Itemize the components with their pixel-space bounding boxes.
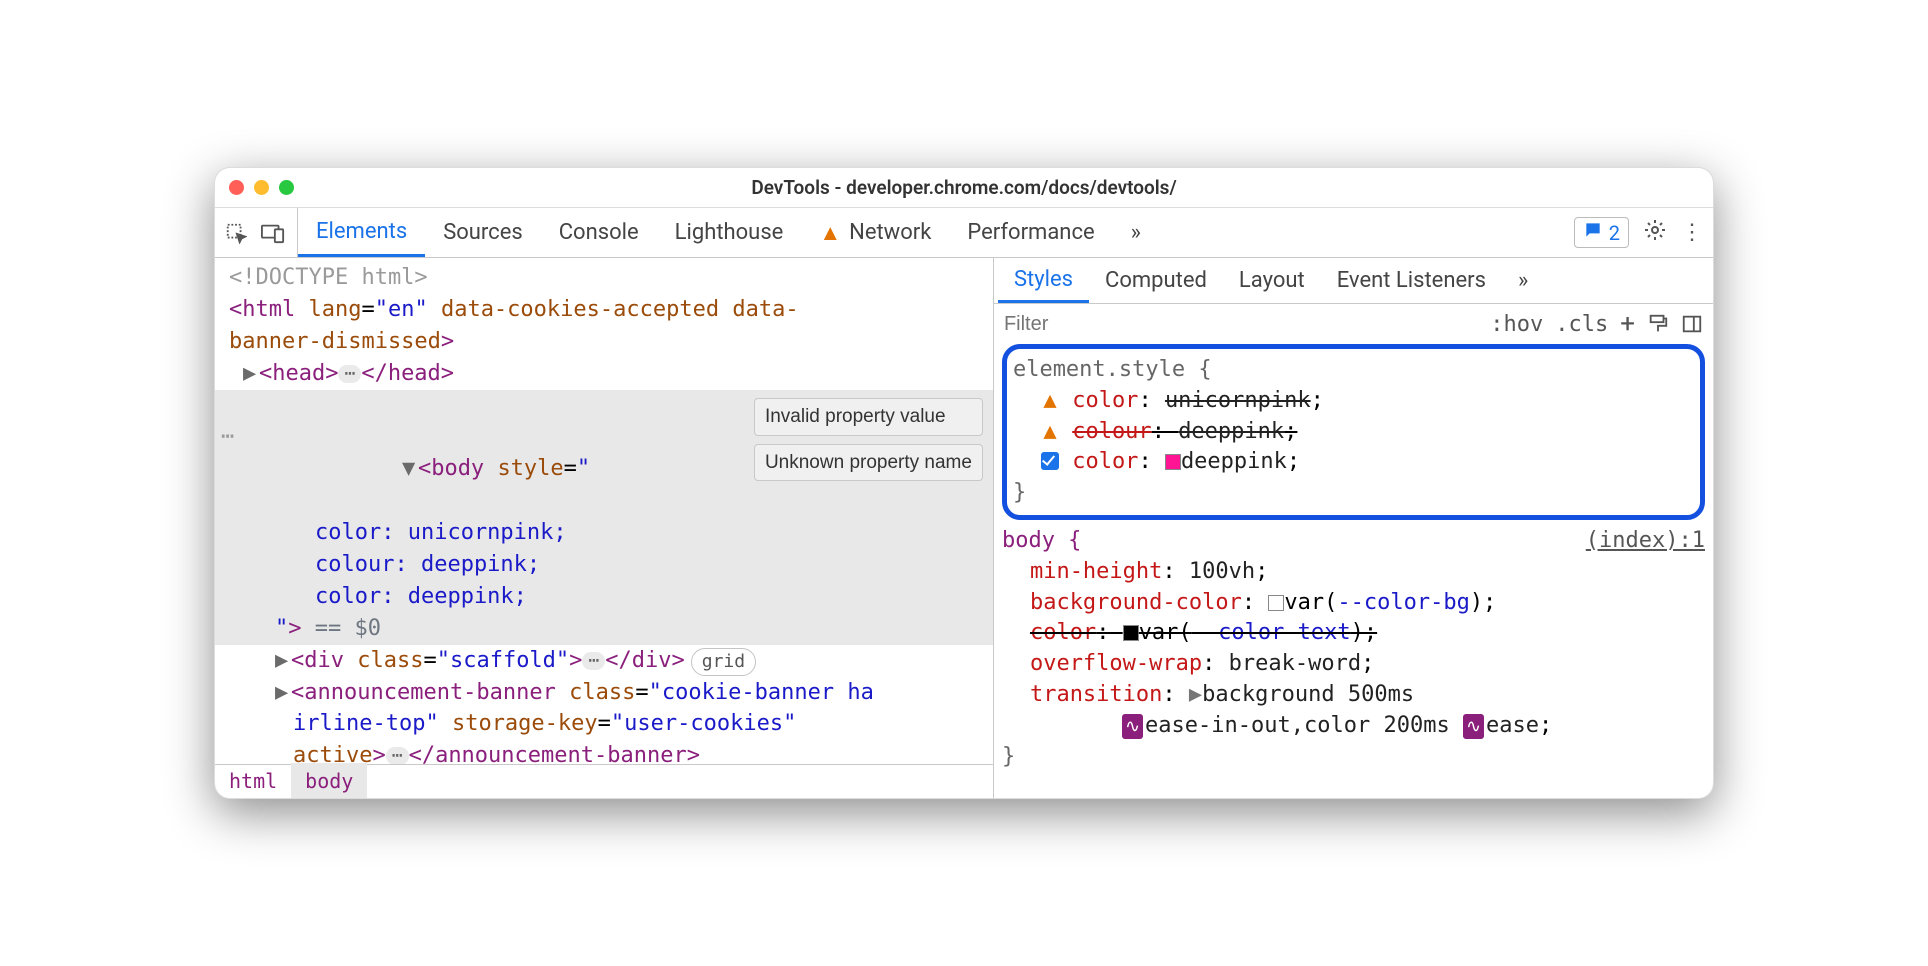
tab-performance[interactable]: Performance [949,208,1112,257]
issues-badge[interactable]: 2 [1574,217,1629,248]
crumb-body[interactable]: body [291,763,367,799]
styles-filter-row: :hov .cls + [994,304,1713,344]
main-tabs: Elements Sources Console Lighthouse ▲ Ne… [298,208,1159,257]
warning-triangle-icon: ▲ [1041,386,1059,417]
collapsed-ellipsis-icon[interactable]: ⋯ [338,365,361,383]
subtab-styles[interactable]: Styles [998,258,1089,303]
expand-caret-icon[interactable]: ▶ [1189,682,1202,707]
elements-panel: <!DOCTYPE html> <html lang="en" data-coo… [215,258,994,798]
inline-style-3: color: deeppink; [315,584,527,609]
checkbox-on-icon[interactable] [1041,452,1059,470]
devtools-window: DevTools - developer.chrome.com/docs/dev… [214,167,1714,799]
bezier-editor-icon[interactable]: ∿ [1122,714,1143,739]
kebab-menu-icon[interactable]: ⋮ [1681,220,1703,245]
validation-tooltips: Invalid property value Unknown property … [754,398,983,481]
traffic-lights [229,180,339,195]
tabs-overflow[interactable]: » [1113,208,1159,257]
body-rule-block: (index):1 body { min-height: 100vh; back… [1002,526,1705,772]
rule-color-deeppink[interactable]: color: deeppink; [1013,447,1690,478]
head-node[interactable]: ▶<head>⋯</head> [215,358,993,390]
tab-sources[interactable]: Sources [425,208,541,257]
collapsed-ellipsis-icon[interactable]: ⋯ [582,652,605,670]
toggle-cls[interactable]: .cls [1555,312,1608,337]
collapsed-ellipsis-icon[interactable]: ⋯ [386,747,409,764]
paint-format-icon[interactable] [1647,313,1669,335]
source-link[interactable]: (index):1 [1586,526,1705,557]
rule-transition-cont[interactable]: ∿ease-in-out,color 200ms ∿ease; [1002,711,1705,742]
tab-network[interactable]: ▲ Network [801,208,949,257]
element-style-highlight: element.style { ▲ color: unicornpink; ▲ … [1002,344,1705,520]
window-title: DevTools - developer.chrome.com/docs/dev… [339,176,1589,199]
selected-marker: == $0 [302,616,381,641]
inspect-element-icon[interactable] [225,222,247,244]
dom-breadcrumbs: html body [215,764,993,798]
styles-rules[interactable]: element.style { ▲ color: unicornpink; ▲ … [994,344,1713,798]
announcement-node-1[interactable]: ▶<announcement-banner class="cookie-bann… [215,677,993,709]
rule-overflow-wrap[interactable]: overflow-wrap: break-word; [1002,649,1705,680]
rule-min-height[interactable]: min-height: 100vh; [1002,557,1705,588]
color-swatch-icon[interactable] [1123,625,1139,641]
subtab-computed[interactable]: Computed [1089,258,1223,303]
main-toolbar: Elements Sources Console Lighthouse ▲ Ne… [215,208,1713,258]
color-swatch-icon[interactable] [1165,454,1181,470]
panes-container: <!DOCTYPE html> <html lang="en" data-coo… [215,258,1713,798]
subtab-layout[interactable]: Layout [1223,258,1321,303]
subtab-event-listeners[interactable]: Event Listeners [1321,258,1502,303]
maximize-dot-icon[interactable] [279,180,294,195]
tab-lighthouse[interactable]: Lighthouse [657,208,802,257]
rule-transition[interactable]: transition: ▶background 500ms [1002,680,1705,711]
warning-triangle-icon: ▲ [1041,417,1059,448]
html-open-line-1: <html lang="en" data-cookies-accepted da… [215,294,993,326]
toggle-sidebar-icon[interactable] [1681,313,1703,335]
settings-gear-icon[interactable] [1643,218,1667,248]
rule-color-overridden[interactable]: color: var(--color-text); [1002,618,1705,649]
minimize-dot-icon[interactable] [254,180,269,195]
rule-colour-unknown[interactable]: ▲ colour: deeppink; [1013,417,1690,448]
grid-badge[interactable]: grid [691,648,756,676]
element-style-selector: element.style { [1013,355,1690,386]
tab-console[interactable]: Console [541,208,657,257]
chat-bubble-icon [1583,220,1603,245]
inline-style-1: color: unicornpink; [315,520,567,545]
inline-style-2: colour: deeppink; [315,552,540,577]
tab-elements[interactable]: Elements [298,208,425,257]
html-open-line-2: banner-dismissed> [215,326,993,358]
styles-subtabs: Styles Computed Layout Event Listeners » [994,258,1713,304]
subtabs-overflow[interactable]: » [1502,258,1544,303]
doctype-line: <!DOCTYPE html> [215,262,993,294]
styles-panel: Styles Computed Layout Event Listeners »… [994,258,1713,798]
styles-filter-input[interactable] [1004,313,1478,336]
color-swatch-icon[interactable] [1268,595,1284,611]
close-dot-icon[interactable] [229,180,244,195]
crumb-html[interactable]: html [215,763,291,799]
div-scaffold-node[interactable]: ▶<div class="scaffold">⋯</div>grid [215,645,993,677]
toggle-hov[interactable]: :hov [1490,312,1543,337]
bezier-editor-icon[interactable]: ∿ [1463,714,1484,739]
rule-color-invalid[interactable]: ▲ color: unicornpink; [1013,386,1690,417]
tooltip-unknown-prop: Unknown property name [754,444,983,482]
device-toolbar-icon[interactable] [261,222,285,244]
rule-background-color[interactable]: background-color: var(--color-bg); [1002,588,1705,619]
window-titlebar: DevTools - developer.chrome.com/docs/dev… [215,168,1713,208]
tooltip-invalid-value: Invalid property value [754,398,983,436]
dom-tree[interactable]: <!DOCTYPE html> <html lang="en" data-coo… [215,258,993,764]
warning-triangle-icon: ▲ [819,220,841,246]
new-style-rule-icon[interactable]: + [1620,309,1635,339]
